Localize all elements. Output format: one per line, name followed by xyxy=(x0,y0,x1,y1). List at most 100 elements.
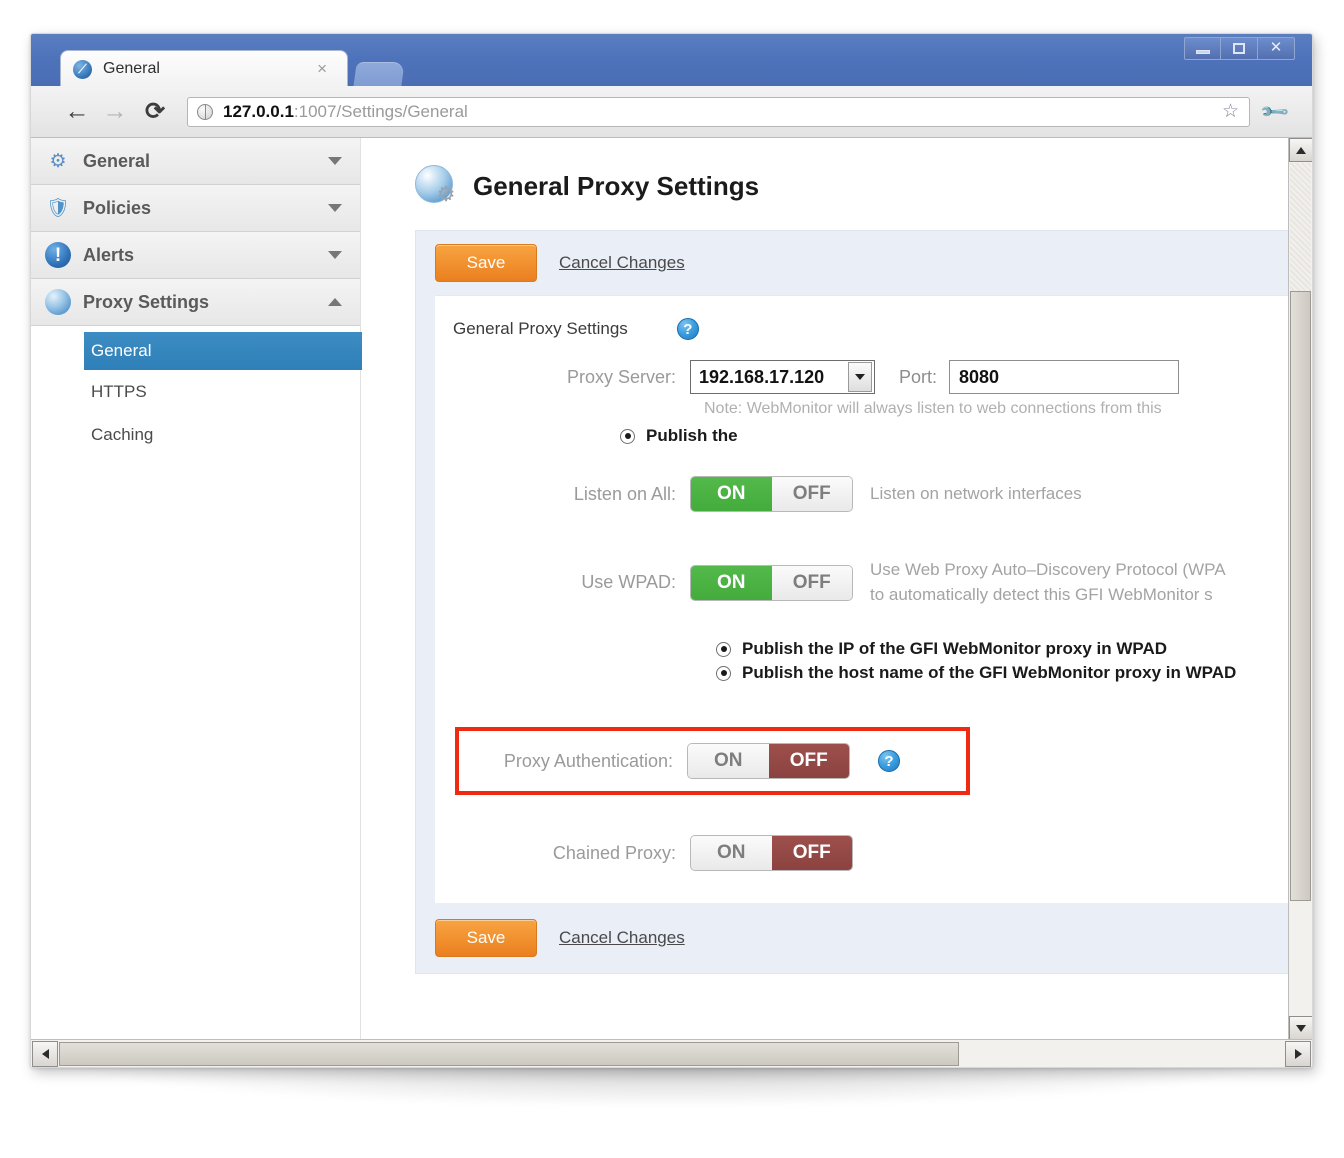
wpad-radio-ip-label: Publish the IP of the GFI WebMonitor pro… xyxy=(742,639,1167,659)
bookmark-star-icon[interactable]: ☆ xyxy=(1222,102,1239,121)
reload-button[interactable]: ⟳ xyxy=(137,95,173,129)
new-tab-button[interactable] xyxy=(353,62,405,87)
toggle-off-label[interactable]: OFF xyxy=(771,565,852,600)
scroll-up-button[interactable] xyxy=(1289,138,1312,162)
toggle-on-label[interactable]: ON xyxy=(691,836,772,871)
chained-proxy-controls: ON OFF xyxy=(690,835,853,872)
proxy-authentication-toggle[interactable]: ON OFF xyxy=(687,743,850,780)
port-value: 8080 xyxy=(959,366,1000,387)
radio-publish-hostname[interactable] xyxy=(716,665,731,681)
sidebar-group-policies[interactable]: 🛡 Policies xyxy=(31,185,360,232)
sidebar-group-alerts[interactable]: ! Alerts xyxy=(31,232,360,279)
use-wpad-toggle[interactable]: ON OFF xyxy=(690,564,853,601)
sidebar-subitems: General HTTPS Caching xyxy=(31,326,392,456)
cancel-changes-link-bottom[interactable]: Cancel Changes xyxy=(559,928,685,948)
browser-window: ✕ ⟋ General × ← → ⟳ 127.0.0.1:1007/Setti… xyxy=(30,33,1313,1068)
proxy-server-controls: 192.168.17.120 Port: 8080 xyxy=(690,360,1180,394)
sidebar-group-label: Alerts xyxy=(83,244,135,265)
sidebar: ⚙ General 🛡 Policies ! Alerts Proxy Sett… xyxy=(31,138,392,1040)
listen-on-all-toggle[interactable]: ON OFF xyxy=(690,476,853,512)
help-icon-section[interactable]: ? xyxy=(676,318,699,340)
proxy-authentication-label: Proxy Authentication: xyxy=(503,750,673,771)
sidebar-group-label: Proxy Settings xyxy=(83,291,210,312)
page-title: General Proxy Settings xyxy=(473,170,760,201)
use-wpad-label: Use WPAD: xyxy=(581,572,676,593)
close-button[interactable]: ✕ xyxy=(1258,37,1295,60)
scroll-track-upper[interactable] xyxy=(1290,163,1311,291)
top-action-bar: Save Cancel Changes xyxy=(416,231,1312,295)
sidebar-group-general[interactable]: ⚙ General xyxy=(31,138,360,185)
toggle-off-label[interactable]: OFF xyxy=(768,744,849,779)
toggle-off-label[interactable]: OFF xyxy=(771,477,852,511)
wpad-radio-host-row[interactable]: Publish the host name of the GFI WebMoni… xyxy=(435,663,1312,683)
publish-the-row[interactable]: Publish the xyxy=(435,426,1312,446)
proxy-authentication-controls: ON OFF ? xyxy=(687,743,900,780)
forward-button[interactable]: → xyxy=(97,95,133,129)
vertical-scrollbar[interactable] xyxy=(1288,138,1312,1040)
proxy-server-value: 192.168.17.120 xyxy=(699,366,825,387)
proxy-authentication-highlight: Proxy Authentication: ON OFF ? xyxy=(455,727,970,796)
settings-panel: Save Cancel Changes General Proxy Settin… xyxy=(415,230,1312,975)
maximize-button[interactable] xyxy=(1221,37,1258,60)
proxy-server-label: Proxy Server: xyxy=(566,366,676,387)
address-bar[interactable]: 127.0.0.1:1007/Settings/General ☆ xyxy=(187,96,1250,127)
sidebar-group-label: General xyxy=(83,150,151,171)
browser-toolbar: ← → ⟳ 127.0.0.1:1007/Settings/General ☆ … xyxy=(31,86,1312,138)
port-input[interactable]: 8080 xyxy=(949,360,1180,394)
settings-form: General Proxy Settings ? Proxy Server: 1… xyxy=(435,295,1312,904)
window-titlebar: ✕ ⟋ General × xyxy=(31,34,1312,87)
minimize-icon xyxy=(1195,49,1210,54)
cancel-changes-link-top[interactable]: Cancel Changes xyxy=(559,253,685,273)
chevron-down-icon xyxy=(328,204,342,212)
close-icon: ✕ xyxy=(1269,40,1283,56)
radio-publish-ip[interactable] xyxy=(716,641,731,657)
proxy-note-text: Note: WebMonitor will always listen to w… xyxy=(704,400,1162,417)
horizontal-scrollbar[interactable] xyxy=(31,1039,1312,1067)
wpad-radio-host-label: Publish the host name of the GFI WebMoni… xyxy=(742,663,1237,683)
vertical-scroll-thumb[interactable] xyxy=(1290,291,1311,901)
help-icon-proxy-authentication[interactable]: ? xyxy=(878,750,900,773)
back-button[interactable]: ← xyxy=(59,95,95,129)
toggle-off-label[interactable]: OFF xyxy=(771,836,852,871)
browser-tab-general[interactable]: ⟋ General × xyxy=(60,50,348,87)
chained-proxy-label: Chained Proxy: xyxy=(552,842,676,863)
globe-gear-icon: ⚙ xyxy=(415,165,461,207)
gear-overlay-icon: ⚙ xyxy=(436,183,456,206)
proxy-server-row: Proxy Server: 192.168.17.120 Port: 8080 xyxy=(435,360,1312,394)
address-bar-text: 127.0.0.1:1007/Settings/General xyxy=(223,102,468,122)
radio-publish-the[interactable] xyxy=(620,428,635,444)
wrench-icon[interactable]: 🔧 xyxy=(1251,87,1299,135)
chevron-down-icon xyxy=(328,251,342,259)
proxy-server-select[interactable]: 192.168.17.120 xyxy=(690,360,875,394)
sidebar-group-proxy-settings[interactable]: Proxy Settings xyxy=(31,279,360,326)
alert-icon: ! xyxy=(45,242,71,268)
wpad-radio-ip-row[interactable]: Publish the IP of the GFI WebMonitor pro… xyxy=(435,639,1312,659)
sidebar-item-label: General xyxy=(91,341,152,360)
save-button-top[interactable]: Save xyxy=(435,244,537,282)
shield-icon: 🛡 xyxy=(45,197,71,219)
minimize-button[interactable] xyxy=(1184,37,1221,60)
webmonitor-favicon-icon: ⟋ xyxy=(73,59,92,79)
toggle-on-label[interactable]: ON xyxy=(691,565,772,600)
sidebar-item-caching[interactable]: Caching xyxy=(31,413,360,456)
sidebar-item-general[interactable]: General xyxy=(84,332,392,370)
toggle-on-label[interactable]: ON xyxy=(691,477,772,511)
chained-proxy-row: Chained Proxy: ON OFF xyxy=(435,835,1312,872)
sidebar-item-https[interactable]: HTTPS xyxy=(31,370,360,413)
scroll-down-button[interactable] xyxy=(1289,1016,1312,1040)
save-button-bottom[interactable]: Save xyxy=(435,919,537,958)
scroll-left-button[interactable] xyxy=(32,1041,58,1067)
use-wpad-description-line1: Use Web Proxy Auto–Discovery Protocol (W… xyxy=(870,560,1226,579)
scroll-right-button[interactable] xyxy=(1285,1041,1311,1067)
listen-on-all-label: Listen on All: xyxy=(573,483,676,504)
chevron-down-icon[interactable] xyxy=(848,362,872,392)
listen-on-all-controls: ON OFF Listen on network interfaces xyxy=(690,476,1082,512)
tab-title: General xyxy=(103,60,160,77)
horizontal-scroll-thumb[interactable] xyxy=(59,1042,959,1066)
port-label: Port: xyxy=(899,366,938,387)
toggle-on-label[interactable]: ON xyxy=(688,744,769,779)
tab-close-icon[interactable]: × xyxy=(317,60,327,77)
chained-proxy-toggle[interactable]: ON OFF xyxy=(690,835,853,872)
bottom-action-bar: Save Cancel Changes xyxy=(416,903,1312,973)
